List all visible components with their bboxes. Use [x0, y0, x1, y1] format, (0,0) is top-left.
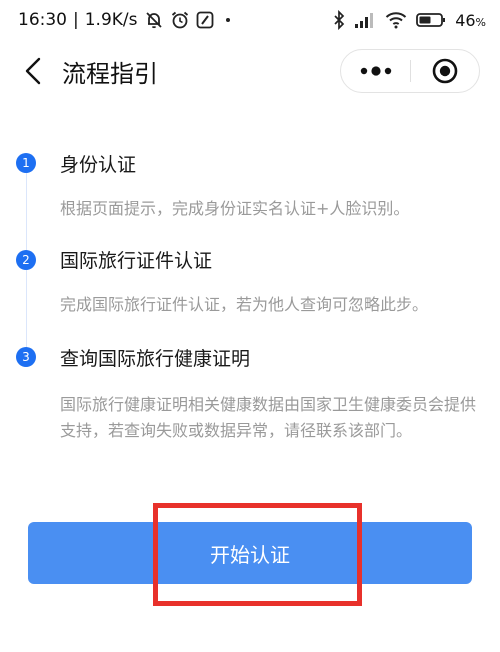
step-title: 国际旅行证件认证 [60, 250, 213, 272]
battery-icon [416, 12, 446, 28]
status-right: 46% [333, 10, 486, 30]
nav-bar: 流程指引 [0, 42, 500, 100]
step-number-badge: 3 [16, 347, 36, 367]
step-description: 根据页面提示，完成身份证实名认证+人脸识别。 [60, 199, 410, 218]
bluetooth-icon [333, 10, 345, 30]
more-dots-icon [360, 66, 391, 76]
step-title: 查询国际旅行健康证明 [60, 348, 251, 370]
mini-program-capsule [340, 49, 480, 93]
step-title: 身份认证 [60, 154, 137, 176]
step-number-badge: 2 [16, 250, 36, 270]
alarm-clock-icon [170, 10, 190, 30]
start-verification-button[interactable]: 开始认证 [28, 522, 472, 584]
status-time: 16:30 [18, 10, 67, 30]
step-description: 国际旅行健康证明相关健康数据由国家卫生健康委员会提供支持，若查询失败或数据异常，… [60, 395, 477, 440]
step-number-badge: 1 [16, 153, 36, 173]
target-close-icon [432, 58, 458, 84]
wifi-icon [385, 11, 407, 29]
mute-bell-icon [144, 10, 164, 30]
status-left: 16:30 | 1.9K/s [18, 10, 230, 30]
network-speed: 1.9K/s [84, 10, 138, 30]
page-title: 流程指引 [62, 60, 158, 88]
battery-level: 46% [455, 10, 486, 30]
close-button[interactable] [411, 50, 479, 92]
more-button[interactable] [341, 50, 410, 92]
step-description: 完成国际旅行证件认证，若为他人查询可忽略此步。 [60, 295, 429, 314]
status-separator: | [73, 10, 79, 30]
signal-icon [354, 11, 376, 29]
notification-dot [225, 18, 230, 22]
app-notification-icon [196, 11, 214, 29]
back-button[interactable] [18, 56, 48, 86]
chevron-left-icon [25, 57, 41, 85]
start-button-label: 开始认证 [210, 542, 290, 567]
status-bar: 16:30 | 1.9K/s 46% [0, 0, 500, 42]
